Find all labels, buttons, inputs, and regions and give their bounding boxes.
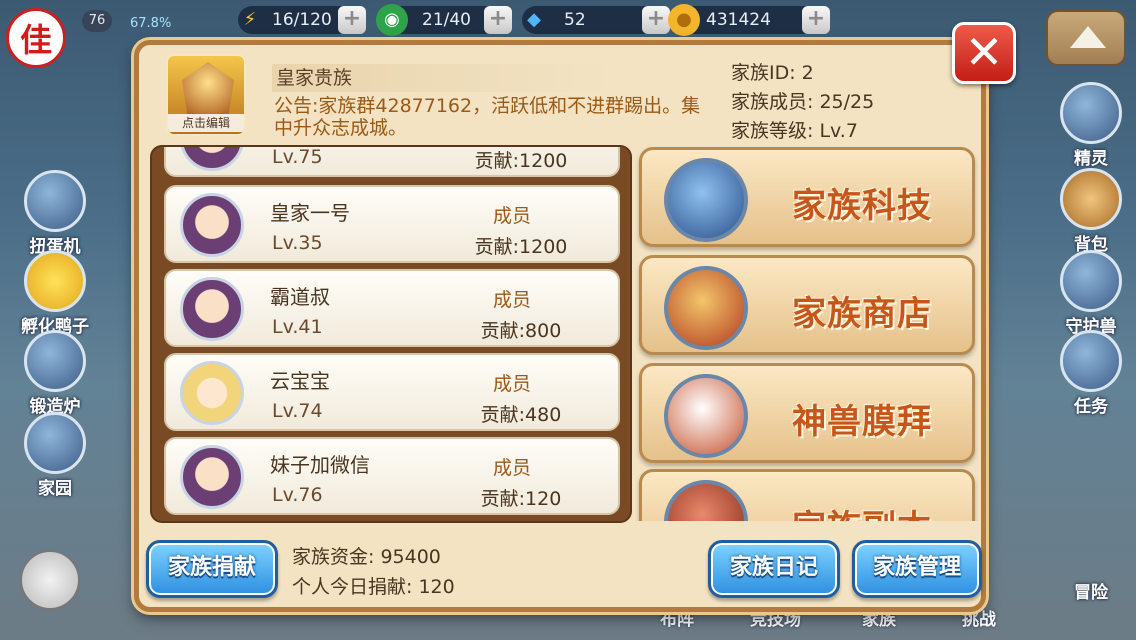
duck-icon [24,250,86,312]
family-level: 家族等级: Lv.7 [731,120,858,142]
globe-icon: ◉ [376,4,408,36]
member-row[interactable]: 霸道叔 Lv.41 成员 贡献:800 [164,269,620,347]
energy-value: 21/40 [422,10,471,30]
diamond-counter: ◆ 52 + [522,6,670,34]
family-funds-value: 家族资金: 95400 [292,546,441,568]
sprite-button[interactable]: 精灵 [1046,82,1136,169]
member-name: 皇家一号 [270,201,350,225]
gold-counter: ● 431424 + [668,4,830,36]
stamina-counter: ⚡ 16/120 + [238,6,366,34]
beast-worship-button[interactable]: 神兽膜拜 [639,363,975,463]
member-avatar [180,277,244,341]
family-id: 家族ID: 2 [731,62,814,84]
sprite-icon [1060,82,1122,144]
add-gold-button[interactable]: + [802,6,830,34]
member-list[interactable]: Lv.75 贡献:1200 皇家一号 Lv.35 成员 贡献:1200 霸道叔 … [150,145,632,523]
guardian-beast-button[interactable]: 守护兽 [1046,250,1136,337]
home-button[interactable]: 家园 [10,412,100,499]
beast-helmet-icon [664,374,748,458]
quest-button[interactable]: 任务 [1046,330,1136,417]
member-row[interactable]: 云宝宝 Lv.74 成员 贡献:480 [164,353,620,431]
feature-list: 家族科技 家族商店 神兽膜拜 家族副本 [636,145,981,521]
close-icon: ✕ [964,25,1004,79]
player-avatar[interactable]: 佳 [6,8,66,68]
member-contribution: 贡献:1200 [474,150,568,172]
member-role: 成员 [492,457,531,479]
member-contribution: 贡献:480 [480,404,562,426]
family-diary-button[interactable]: 家族日记 [708,540,840,598]
family-donate-button[interactable]: 家族捐献 [146,540,278,598]
member-role: 成员 [492,373,531,395]
collapse-menu-button[interactable] [1046,10,1126,66]
member-contribution: 贡献:800 [480,320,562,342]
member-avatar [180,445,244,509]
close-button[interactable]: ✕ [952,22,1016,84]
member-row[interactable]: 妹子加微信 Lv.76 成员 贡献:120 [164,437,620,515]
spellbook-icon [664,158,748,242]
gacha-icon [24,170,86,232]
member-level: Lv.35 [272,232,323,254]
today-donation-value: 个人今日捐献: 120 [292,576,455,598]
family-manage-button[interactable]: 家族管理 [852,540,982,598]
family-info: 家族ID: 2 家族成员: 25/25 家族等级: Lv.7 [731,59,874,146]
emblem-edit-label: 点击编辑 [168,114,244,132]
diamond-value: 52 [564,10,586,30]
helmet-icon [182,62,234,114]
hatch-duck-button[interactable]: 孵化鸭子 [10,250,100,337]
diamond-icon: ◆ [527,9,541,30]
member-avatar [180,361,244,425]
family-shop-button[interactable]: 家族商店 [639,255,975,355]
member-name: 云宝宝 [270,369,330,393]
member-contribution: 贡献:1200 [474,236,568,258]
family-emblem[interactable]: 点击编辑 [166,54,246,136]
member-row[interactable]: 皇家一号 Lv.35 成员 贡献:1200 [164,185,620,263]
member-role: 成员 [492,289,531,311]
stamina-value: 16/120 [272,10,332,30]
energy-counter: ◉ 21/40 + [376,4,512,36]
member-level: Lv.76 [272,484,323,506]
family-name: 皇家贵族 [272,64,610,92]
dragon-icon [664,480,748,521]
member-role: 成员 [492,205,531,227]
add-stamina-button[interactable]: + [338,6,366,34]
member-name: 妹子加微信 [270,453,370,477]
family-funds: 家族资金: 95400 个人今日捐献: 120 [292,542,455,602]
member-level: Lv.41 [272,316,323,338]
member-level: Lv.74 [272,400,323,422]
anvil-icon [24,330,86,392]
chat-button[interactable] [20,550,80,610]
family-tech-button[interactable]: 家族科技 [639,147,975,247]
member-avatar [180,147,244,171]
exp-percent: 67.8% [130,16,172,31]
member-contribution: 贡献:120 [480,488,562,510]
family-member-count: 家族成员: 25/25 [731,91,875,113]
gold-value: 431424 [706,10,771,30]
family-notice: 公告:家族群42877162，活跃低和不进群踢出。集中升众志成城。 [274,95,701,139]
member-level: Lv.75 [272,146,323,168]
member-row[interactable]: Lv.75 贡献:1200 [164,146,620,177]
backpack-icon [1060,168,1122,230]
guardian-icon [1060,250,1122,312]
coin-icon: ● [668,4,700,36]
gacha-machine-button[interactable]: 扭蛋机 [10,170,100,257]
member-avatar [180,193,244,257]
backpack-button[interactable]: 背包 [1046,168,1136,255]
shop-icon [664,266,748,350]
house-icon [24,412,86,474]
quest-icon [1060,330,1122,392]
family-dungeon-button[interactable]: 家族副本 [639,469,975,521]
forge-button[interactable]: 锻造炉 [10,330,100,417]
player-level: 76 [82,10,112,32]
add-diamond-button[interactable]: + [642,6,670,34]
lightning-icon: ⚡ [243,9,257,30]
member-name: 霸道叔 [270,285,330,309]
add-energy-button[interactable]: + [484,6,512,34]
